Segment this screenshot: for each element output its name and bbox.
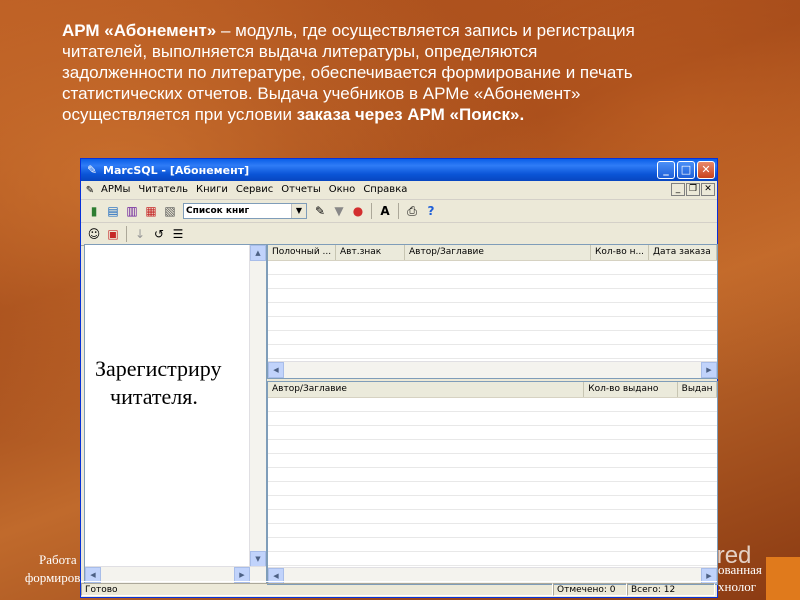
pen-icon[interactable]: ✎ (311, 202, 329, 220)
column-shelf[interactable]: Полочный ... (268, 245, 336, 260)
column-author-title[interactable]: Автор/Заглавие (405, 245, 591, 260)
orders-hscroll[interactable]: ◀ ▶ (268, 361, 717, 378)
book-stack-icon[interactable]: ▥ (123, 202, 141, 220)
reader-pane-vscroll[interactable]: ▲ ▼ (249, 245, 266, 567)
issue-icon[interactable]: ↓ (131, 225, 149, 243)
orders-grid-header: Полочный ... Авт.знак Автор/Заглавие Кол… (268, 245, 717, 261)
child-restore-button[interactable]: ❐ (686, 183, 700, 196)
issued-grid[interactable]: Автор/Заглавие Кол-во выдано Выдан ◀ ▶ (267, 381, 718, 585)
menu-books[interactable]: Книги (192, 181, 232, 199)
list-select[interactable]: Список книг ▼ (183, 203, 307, 219)
minimize-button[interactable]: _ (657, 161, 675, 179)
main-toolbar: ▮ ▤ ▥ ▦ ▧ Список книг ▼ ✎ ▼ ● A ⎙ ? (81, 200, 717, 223)
scroll-up-icon[interactable]: ▲ (250, 245, 266, 261)
catalog-icon[interactable]: ▧ (161, 202, 179, 220)
column-quantity[interactable]: Кол-во н... (591, 245, 649, 260)
column-author-mark[interactable]: Авт.знак (336, 245, 405, 260)
filter-icon[interactable]: ▼ (330, 202, 348, 220)
desc-line-1: – модуль, где осуществляется запись и ре… (216, 21, 635, 40)
desc-line-4: статистических отчетов. Выдача учебников… (62, 84, 581, 103)
help-icon[interactable]: ? (422, 202, 440, 220)
books-icon[interactable]: ▮ (85, 202, 103, 220)
scroll-left-icon[interactable]: ◀ (268, 362, 284, 378)
issued-grid-header: Автор/Заглавие Кол-во выдано Выдан (268, 382, 717, 398)
arm-title: АРМ «Абонемент» (62, 21, 217, 40)
toolbar-separator (398, 203, 399, 219)
toolbar-separator (371, 203, 372, 219)
list-icon[interactable]: ☰ (169, 225, 187, 243)
reader-icon[interactable]: ☺ (85, 225, 103, 243)
traffic-light-icon[interactable]: ● (349, 202, 367, 220)
chevron-down-icon[interactable]: ▼ (291, 204, 306, 218)
menu-window[interactable]: Окно (325, 181, 360, 199)
open-book-icon[interactable]: ▤ (104, 202, 122, 220)
card-icon[interactable]: ▣ (104, 225, 122, 243)
footer-left-line-2: формирова (24, 570, 86, 585)
status-bar: Готово Отмечено: 0 Всего: 12 (81, 581, 717, 597)
menu-help[interactable]: Справка (359, 181, 411, 199)
desc-line-3: задолженности по литературе, обеспечивае… (62, 63, 633, 82)
footer-left-text: Работа в формирова (0, 551, 86, 587)
column-issued-author-title[interactable]: Автор/Заглавие (268, 382, 585, 397)
return-icon[interactable]: ↺ (150, 225, 168, 243)
status-marked: Отмечено: 0 (553, 583, 627, 596)
library-icon[interactable]: ▦ (142, 202, 160, 220)
desc-line-5: осуществляется при условии (62, 105, 297, 124)
column-issued-count[interactable]: Кол-во выдано (584, 382, 678, 397)
menu-service[interactable]: Сервис (232, 181, 277, 199)
status-ready: Готово (81, 583, 553, 596)
scroll-right-icon[interactable]: ▶ (701, 362, 717, 378)
scroll-down-icon[interactable]: ▼ (250, 551, 266, 567)
app-window: ✎ MarcSQL - [Абонемент] _ □ ✕ ✎ АРМы Чит… (80, 158, 718, 598)
slide-description: АРМ «Абонемент» – модуль, где осуществля… (62, 20, 762, 125)
reader-pane[interactable]: Зарегистриру читателя. ▲ ▼ ◀ ▶ (84, 244, 267, 584)
orders-grid-body[interactable] (268, 261, 717, 362)
window-title: MarcSQL - [Абонемент] (103, 163, 250, 177)
register-reader-label: Зарегистриру читателя. (95, 355, 266, 411)
maximize-button[interactable]: □ (677, 161, 695, 179)
register-line-2: читателя. (110, 384, 198, 409)
app-icon[interactable]: ✎ (85, 163, 99, 177)
footer-left-line-1: Работа в (39, 552, 86, 567)
menu-reader[interactable]: Читатель (134, 181, 192, 199)
child-minimize-button[interactable]: _ (671, 183, 685, 196)
order-condition: заказа через АРМ «Поиск». (296, 105, 525, 124)
print-icon[interactable]: ⎙ (403, 202, 421, 220)
register-line-1: Зарегистриру (95, 356, 222, 381)
font-icon[interactable]: A (376, 202, 394, 220)
corner-decoration (766, 557, 800, 600)
menu-reports[interactable]: Отчеты (277, 181, 324, 199)
orders-grid[interactable]: Полочный ... Авт.знак Автор/Заглавие Кол… (267, 244, 718, 379)
menu-arms[interactable]: АРМы (97, 181, 134, 199)
toolbar-separator (126, 226, 127, 242)
child-close-button[interactable]: ✕ (701, 183, 715, 196)
issued-grid-body[interactable] (268, 398, 717, 568)
desc-line-2: читателей, выполняется выдача литературы… (62, 42, 538, 61)
column-order-date[interactable]: Дата заказа (649, 245, 717, 260)
column-issued-by[interactable]: Выдан (678, 382, 717, 397)
title-bar[interactable]: ✎ MarcSQL - [Абонемент] _ □ ✕ (81, 159, 717, 181)
content-area: Зарегистриру читателя. ▲ ▼ ◀ ▶ Полочный … (81, 243, 718, 585)
close-button[interactable]: ✕ (697, 161, 715, 179)
menu-bar: ✎ АРМы Читатель Книги Сервис Отчеты Окно… (81, 181, 717, 200)
list-select-value: Список книг (186, 206, 250, 216)
child-window-icon[interactable]: ✎ (83, 185, 97, 196)
status-total: Всего: 12 (627, 583, 715, 596)
